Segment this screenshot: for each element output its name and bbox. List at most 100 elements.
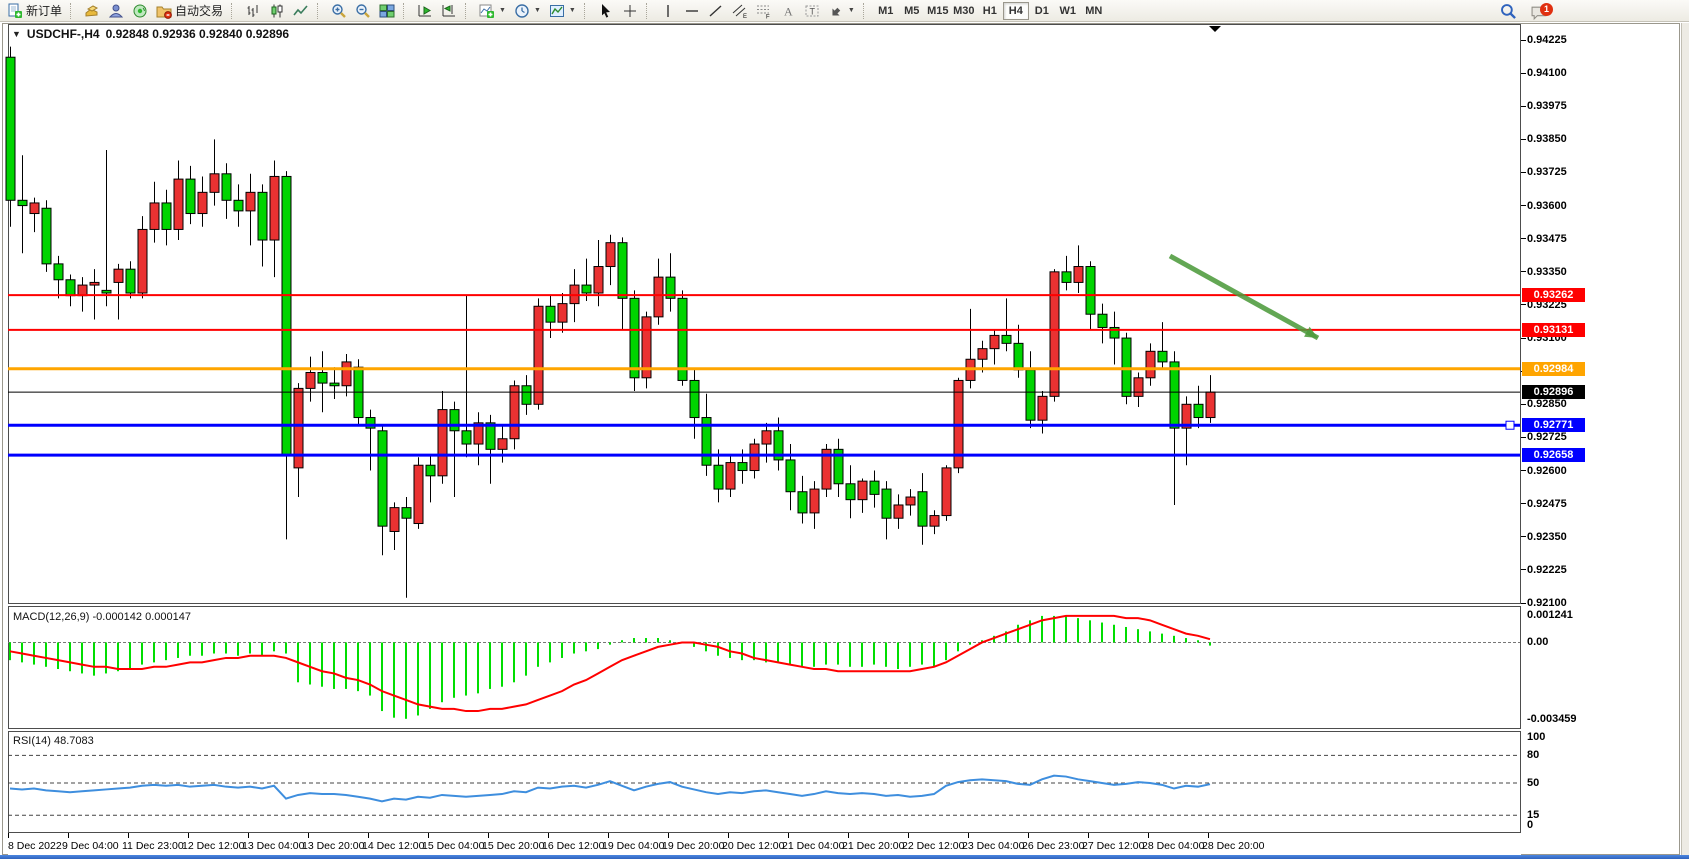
macd-histogram-bar	[597, 642, 599, 649]
new-order-button[interactable]: 新订单	[3, 1, 66, 21]
autotrading-button[interactable]: 自动交易	[152, 1, 227, 21]
macd-histogram-bar	[129, 642, 131, 669]
timeframe-button-H4[interactable]: H4	[1003, 2, 1029, 20]
candlestick-chart-button[interactable]	[265, 1, 289, 21]
time-axis[interactable]: 8 Dec 20229 Dec 04:0011 Dec 23:0012 Dec …	[8, 833, 1521, 855]
timeframe-button-M15[interactable]: M15	[925, 2, 951, 20]
candle-body	[414, 465, 423, 523]
timeframe-button-M1[interactable]: M1	[873, 2, 899, 20]
timeframe-button-D1[interactable]: D1	[1029, 2, 1055, 20]
macd-histogram-bar	[621, 640, 623, 642]
templates-button[interactable]: ▼	[545, 1, 580, 21]
fibonacci-icon: F	[756, 3, 772, 19]
periods-button[interactable]: ▼	[510, 1, 545, 21]
bar-chart-button[interactable]	[241, 1, 265, 21]
navigator-button[interactable]	[128, 1, 152, 21]
trendline-button[interactable]	[704, 1, 728, 21]
line-chart-button[interactable]	[289, 1, 313, 21]
auto-scroll-button[interactable]	[413, 1, 437, 21]
indicator-axis-label: 50	[1527, 777, 1539, 789]
price-tick-dash	[1521, 536, 1526, 537]
time-label: 15 Dec 04:00	[422, 840, 484, 852]
price-tick-dash	[1521, 205, 1526, 206]
price-badge-0.92984: 0.92984	[1522, 362, 1585, 376]
zoom-out-icon	[355, 3, 371, 19]
rsi-line	[10, 776, 1210, 802]
price-tick-dash	[1521, 139, 1526, 140]
crosshair-icon	[622, 3, 638, 19]
macd-histogram-bar	[57, 642, 59, 669]
price-tick-label: 0.93475	[1527, 233, 1597, 245]
macd-histogram-bar	[309, 642, 311, 684]
timeframe-button-W1[interactable]: W1	[1055, 2, 1081, 20]
indicator-axis-label: 100	[1527, 731, 1545, 743]
time-label: 11 Dec 23:00	[122, 840, 184, 852]
data-window-button[interactable]	[104, 1, 128, 21]
macd-histogram-bar	[789, 642, 791, 664]
notifications-button[interactable]: 1	[1531, 2, 1553, 20]
equidistant-channel-icon: E	[732, 3, 748, 19]
macd-histogram-bar	[105, 642, 107, 673]
candle-body	[450, 410, 459, 431]
price-tick-dash	[1521, 40, 1526, 41]
timeframe-button-M5[interactable]: M5	[899, 2, 925, 20]
toolbar-right-tools: 1	[1500, 0, 1553, 22]
vertical-line-button[interactable]	[656, 1, 680, 21]
chart-shift-marker[interactable]	[1209, 26, 1221, 32]
rsi-value: 48.7083	[54, 735, 94, 747]
window-right-gutter	[1681, 23, 1689, 855]
time-tick	[128, 833, 129, 838]
zoom-in-button[interactable]	[327, 1, 351, 21]
tile-windows-button[interactable]	[375, 1, 399, 21]
chart-shift-button[interactable]	[437, 1, 461, 21]
collapse-chart-icon[interactable]: ▼	[12, 29, 21, 39]
market-watch-button[interactable]	[80, 1, 104, 21]
timeframe-button-MN[interactable]: MN	[1081, 2, 1107, 20]
hline-handle[interactable]	[1506, 421, 1514, 429]
arrows-button[interactable]: ▼	[824, 1, 859, 21]
candle-body	[486, 423, 495, 449]
time-label: 16 Dec 12:00	[542, 840, 604, 852]
macd-histogram-bar	[633, 638, 635, 642]
candle-body	[726, 463, 735, 489]
candle-body	[1002, 335, 1011, 343]
macd-histogram-bar	[381, 642, 383, 711]
indicators-button[interactable]: ▼	[475, 1, 510, 21]
timeframe-button-H1[interactable]: H1	[977, 2, 1003, 20]
auto-scroll-icon	[417, 3, 433, 19]
horizontal-line-button[interactable]	[680, 1, 704, 21]
candle-body	[894, 505, 903, 518]
crosshair-button[interactable]	[618, 1, 642, 21]
macd-histogram-bar	[177, 642, 179, 657]
cursor-button[interactable]	[594, 1, 618, 21]
candle-body	[1074, 267, 1083, 283]
price-tick-dash	[1521, 338, 1526, 339]
indicator-axis-label: 0.00	[1527, 636, 1548, 648]
candle-body	[1050, 272, 1059, 397]
candle-body	[618, 243, 627, 299]
svg-text:A: A	[784, 4, 793, 18]
candle-body	[6, 57, 15, 200]
text-button[interactable]: A	[776, 1, 800, 21]
price-tick-label: 0.94100	[1527, 67, 1597, 79]
equidistant-channel-button[interactable]: E	[728, 1, 752, 21]
timeframe-button-M30[interactable]: M30	[951, 2, 977, 20]
fibonacci-button[interactable]: F	[752, 1, 776, 21]
time-tick	[308, 833, 309, 838]
text-label-button[interactable]: T	[800, 1, 824, 21]
macd-histogram-bar	[849, 642, 851, 666]
chart-title-row: ▼ USDCHF-,H4 0.92848 0.92936 0.92840 0.9…	[12, 27, 289, 41]
macd-histogram-bar	[1101, 623, 1103, 643]
search-icon[interactable]	[1500, 3, 1517, 20]
time-label: 15 Dec 20:00	[482, 840, 544, 852]
price-tick-label: 0.94225	[1527, 34, 1597, 46]
macd-histogram-bar	[81, 642, 83, 673]
time-label: 26 Dec 23:00	[1022, 840, 1084, 852]
text-label-icon: T	[804, 3, 820, 19]
time-tick	[188, 833, 189, 838]
macd-histogram-bar	[1017, 625, 1019, 643]
candle-body	[1194, 404, 1203, 417]
arrow-annotation[interactable]	[1170, 256, 1318, 338]
candle-body	[498, 439, 507, 450]
zoom-out-button[interactable]	[351, 1, 375, 21]
